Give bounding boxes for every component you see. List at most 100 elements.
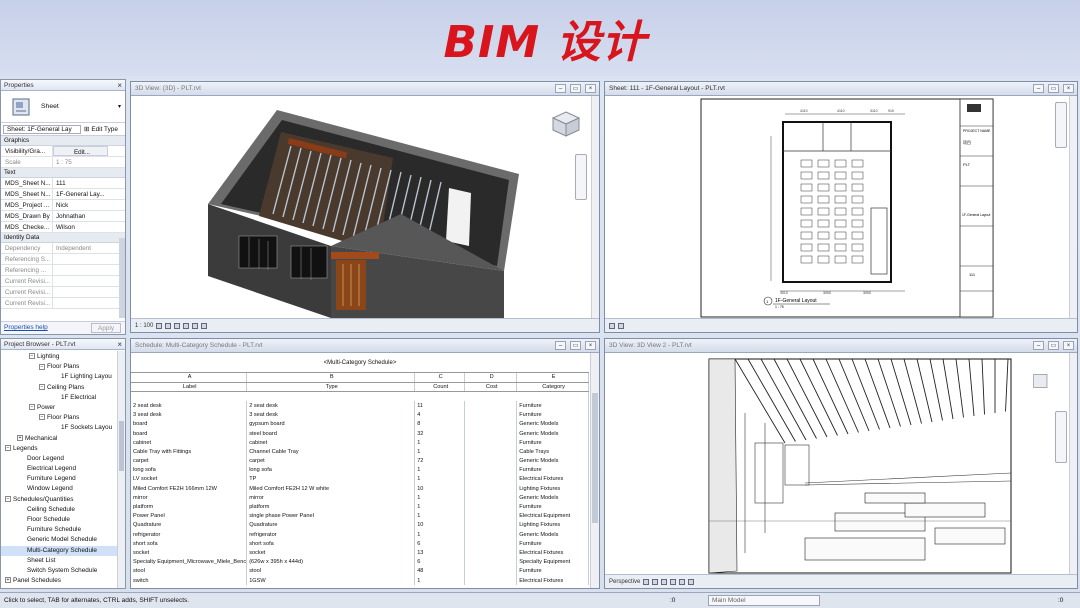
view-control-icon[interactable]	[609, 322, 615, 329]
vertical-scrollbar[interactable]	[1069, 96, 1077, 318]
collapse-icon[interactable]: −	[29, 353, 35, 360]
browser-tree-item[interactable]: Generic Model Schedule	[1, 535, 125, 545]
prop-value[interactable]	[53, 265, 56, 275]
window-perspective-view[interactable]: 3D View: 3D View 2 - PLT.rvt – ▭ × Perspec…	[604, 338, 1078, 589]
table-cell[interactable]	[464, 530, 518, 540]
table-cell[interactable]: Electrical Equipment	[516, 511, 589, 521]
minimize-button[interactable]: –	[1033, 84, 1044, 93]
window-schedule[interactable]: Schedule: Multi-Category Schedule - PLT.…	[130, 338, 600, 589]
vertical-scrollbar[interactable]	[591, 96, 599, 318]
table-cell[interactable]: mirror	[246, 493, 416, 503]
prop-value[interactable]: Johnathan	[53, 211, 85, 221]
table-cell[interactable]: Furniture	[516, 502, 589, 512]
browser-tree-item[interactable]: + Panel Schedules	[1, 576, 125, 586]
table-row[interactable]: board steel board 32 Generic Models	[131, 428, 589, 439]
browser-tree-item[interactable]: − Lighting	[1, 352, 125, 362]
table-cell[interactable]: 1	[414, 474, 466, 485]
table-cell[interactable]: Cable Trays	[516, 447, 589, 457]
table-cell[interactable]	[464, 419, 518, 429]
column-letter[interactable]: B	[246, 373, 416, 383]
graphics-group[interactable]: Graphics	[1, 136, 125, 146]
type-selector[interactable]: Sheet ▾	[1, 91, 125, 123]
column-letter[interactable]: C	[414, 373, 466, 383]
table-cell[interactable]: 2 seat desk	[246, 401, 416, 411]
perspective-viewport[interactable]	[605, 353, 1077, 574]
table-cell[interactable]: 1	[414, 502, 466, 512]
table-cell[interactable]: socket	[246, 548, 416, 558]
collapse-icon[interactable]: −	[29, 404, 35, 411]
table-cell[interactable]: short sofa	[246, 539, 416, 549]
collapse-icon[interactable]: −	[5, 445, 11, 451]
browser-tree-item[interactable]: Floor Schedule	[1, 515, 125, 525]
shadows-icon[interactable]	[661, 578, 668, 585]
vertical-scrollbar[interactable]	[590, 353, 599, 588]
table-cell[interactable]: Electrical Fixtures	[516, 474, 589, 485]
view-cube-icon[interactable]	[551, 110, 581, 138]
table-cell[interactable]	[464, 484, 518, 494]
table-cell[interactable]: platform	[131, 502, 248, 512]
collapse-icon[interactable]: −	[39, 383, 45, 390]
table-row[interactable]: carpet carpet 72 Generic Models	[131, 456, 589, 466]
property-row[interactable]: Referencing S...	[1, 254, 125, 265]
table-cell[interactable]: cabinet	[131, 438, 248, 448]
browser-tree-item[interactable]: Window Legend	[1, 484, 125, 494]
table-cell[interactable]: 32	[414, 428, 466, 439]
crop-icon[interactable]	[679, 578, 686, 585]
table-cell[interactable]: Generic Models	[516, 493, 589, 503]
browser-tree-item[interactable]: − Floor Plans	[1, 362, 125, 372]
table-cell[interactable]: long sofa	[246, 465, 416, 475]
property-row[interactable]: Current Revisi...	[1, 298, 125, 309]
hide-icon[interactable]	[688, 578, 695, 585]
render-icon[interactable]	[670, 578, 677, 585]
visibility-edit-button[interactable]: Edit...	[53, 146, 108, 156]
table-row[interactable]: 2 seat desk 2 seat desk 11 Furniture	[131, 401, 589, 411]
table-cell[interactable]: 1	[414, 493, 466, 503]
browser-tree-item[interactable]: Switch System Schedule	[1, 566, 125, 576]
table-cell[interactable]: 1	[414, 530, 466, 540]
view-mode[interactable]: Perspective	[609, 575, 640, 589]
apply-button[interactable]: Apply	[91, 323, 121, 333]
sun-path-icon[interactable]	[652, 578, 659, 585]
prop-value[interactable]	[53, 298, 56, 308]
prop-value[interactable]: Wilson	[53, 222, 75, 232]
table-cell[interactable]	[464, 575, 518, 586]
text-group[interactable]: Text	[1, 168, 125, 178]
chevron-down-icon[interactable]: ▾	[118, 103, 121, 110]
window-sheet-view[interactable]: Sheet: 111 - 1F-General Layout - PLT.rvt…	[604, 81, 1078, 333]
close-button[interactable]: ×	[1063, 84, 1074, 93]
window-title-bar[interactable]: Sheet: 111 - 1F-General Layout - PLT.rvt…	[605, 82, 1077, 96]
table-cell[interactable]: Generic Models	[516, 530, 589, 540]
property-row[interactable]: Current Revisi...	[1, 287, 125, 298]
table-cell[interactable]: Electrical Fixtures	[516, 575, 589, 586]
browser-tree-item[interactable]: Furniture Legend	[1, 474, 125, 484]
minimize-button[interactable]: –	[555, 341, 566, 350]
table-row[interactable]: long sofa long sofa 1 Furniture	[131, 465, 589, 475]
table-row[interactable]: Miled Comfort FE2H 166mm 12W Miled Comfor…	[131, 484, 589, 494]
browser-tree-item[interactable]: Door Legend	[1, 454, 125, 464]
edit-type-button[interactable]: Edit Type	[91, 126, 118, 133]
table-cell[interactable]: gypsum board	[246, 419, 416, 429]
property-row[interactable]: MDS_Project ... Nick	[1, 200, 125, 211]
table-cell[interactable]: TP	[246, 474, 416, 485]
collapse-icon[interactable]: −	[39, 363, 45, 370]
collapse-icon[interactable]: −	[5, 495, 11, 502]
sun-path-icon[interactable]	[174, 322, 181, 329]
table-row[interactable]: mirror mirror 1 Generic Models	[131, 493, 589, 503]
browser-tree-item[interactable]: Ceiling Schedule	[1, 505, 125, 515]
table-cell[interactable]: 6	[414, 539, 466, 549]
table-cell[interactable]: carpet	[131, 456, 248, 466]
table-cell[interactable]: 6	[414, 557, 466, 567]
table-cell[interactable]: Quadrature	[131, 520, 248, 530]
table-cell[interactable]: 1GSW	[246, 575, 416, 586]
table-cell[interactable]	[464, 493, 518, 503]
active-model-select[interactable]: Main Model	[708, 595, 820, 606]
table-row[interactable]: stool stool 48 Furniture	[131, 566, 589, 576]
table-cell[interactable]: single phase Power Panel	[246, 511, 416, 521]
column-letter[interactable]: A	[131, 373, 248, 383]
table-cell[interactable]	[464, 502, 518, 512]
schedule-grid[interactable]: <Multi-Category Schedule> ABCDE Label Typ…	[131, 353, 589, 588]
table-row[interactable]: Cable Tray with Fittings Channel Cable Tr…	[131, 447, 589, 457]
column-letter[interactable]: E	[516, 373, 589, 383]
table-cell[interactable]: 1	[414, 465, 466, 475]
browser-scrollbar[interactable]	[117, 351, 125, 588]
